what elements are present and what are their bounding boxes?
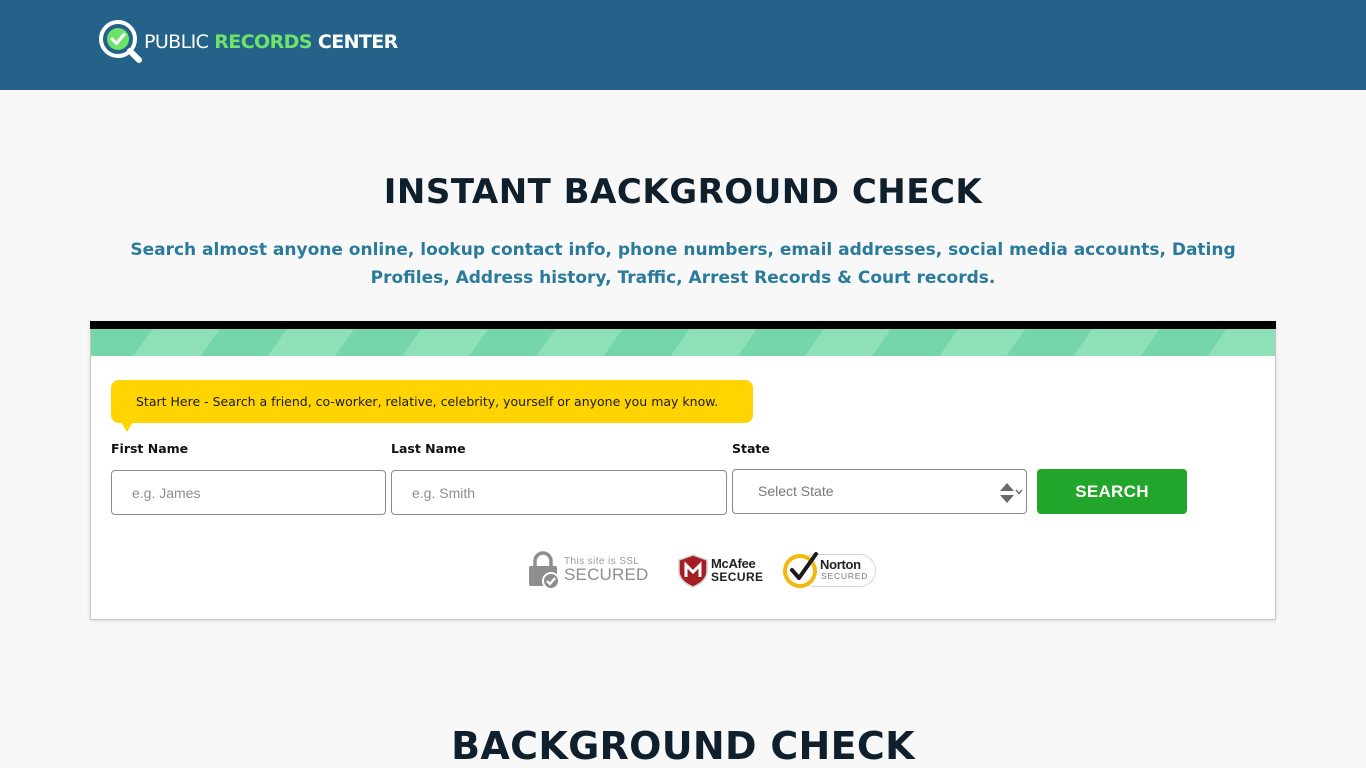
card-top-bar [90, 321, 1276, 329]
last-name-label: Last Name [391, 441, 466, 456]
site-header: PUBLIC RECORDS CENTER [0, 0, 1366, 90]
trust-badges: This site is SSL SECURED McAfee SECURE N… [527, 550, 877, 590]
state-label: State [732, 441, 770, 456]
mcafee-secure-badge: McAfee SECURE [677, 550, 769, 590]
magnifier-check-icon [99, 20, 142, 63]
logo-word-records: RECORDS [214, 31, 312, 53]
page-subtitle: Search almost anyone online, lookup cont… [130, 240, 1236, 288]
ssl-badge-big-text: SECURED [564, 565, 649, 584]
page-title: INSTANT BACKGROUND CHECK [383, 172, 983, 212]
logo-word-center: CENTER [317, 31, 398, 53]
norton-secured-badge: Norton SECURED [782, 550, 878, 590]
section-title: BACKGROUND CHECK [451, 724, 915, 768]
logo-word-public: PUBLIC [144, 31, 209, 53]
padlock-check-icon [529, 551, 560, 590]
search-card: Start Here - Search a friend, co-worker,… [90, 321, 1276, 620]
ssl-secured-badge: This site is SSL SECURED [527, 550, 657, 590]
card-stripe-banner [91, 329, 1275, 356]
logo-text: PUBLIC RECORDS CENTER [144, 19, 398, 65]
search-button[interactable]: SEARCH [1037, 469, 1187, 514]
mcafee-badge-name: McAfee [711, 556, 756, 571]
mcafee-badge-secure-text: SECURE [711, 570, 764, 584]
norton-check-icon [783, 552, 818, 588]
mcafee-shield-icon [678, 554, 708, 588]
last-name-input[interactable] [391, 470, 727, 515]
state-select[interactable]: Select State [732, 469, 1027, 514]
select-arrows-icon [1000, 483, 1023, 503]
norton-badge-name: Norton [820, 557, 861, 572]
norton-badge-sub-text: SECURED [821, 571, 869, 581]
callout-tail [121, 422, 133, 432]
state-select-value: Select State [758, 483, 834, 499]
site-logo[interactable]: PUBLIC RECORDS CENTER [97, 19, 398, 65]
start-here-callout: Start Here - Search a friend, co-worker,… [111, 380, 753, 423]
first-name-input[interactable] [111, 470, 386, 515]
first-name-label: First Name [111, 441, 189, 456]
